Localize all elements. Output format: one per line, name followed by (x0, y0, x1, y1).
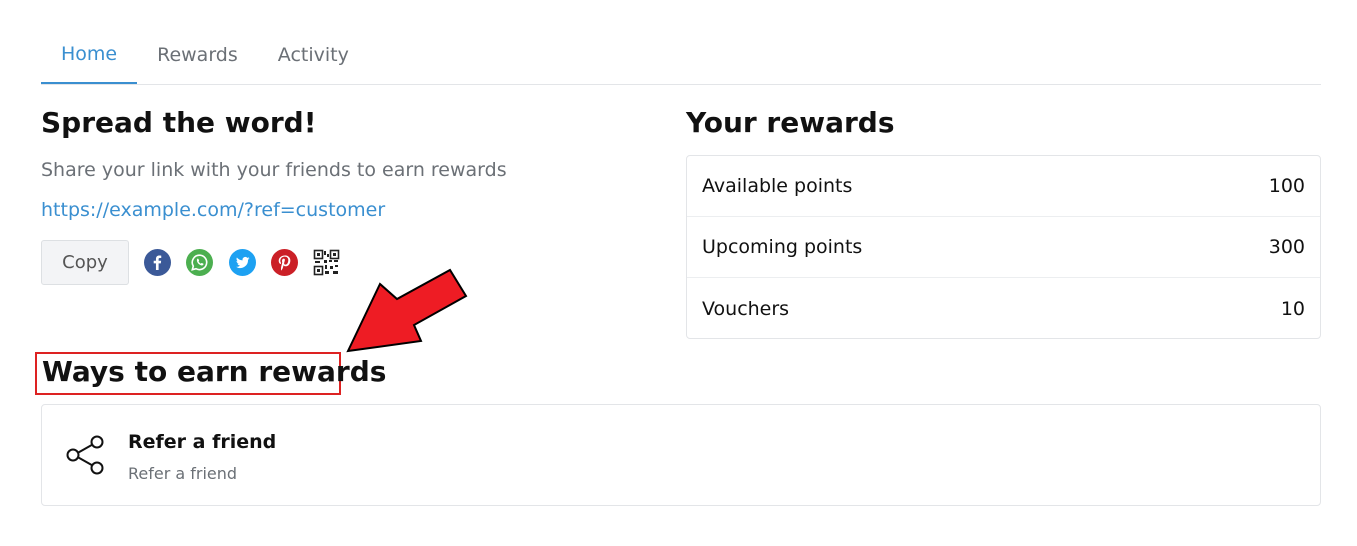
rewards-row-label: Available points (702, 175, 853, 197)
qr-code-icon[interactable] (313, 249, 340, 276)
copy-button[interactable]: Copy (41, 240, 129, 285)
tab-home[interactable]: Home (41, 34, 138, 84)
twitter-icon[interactable] (229, 249, 256, 276)
tab-activity[interactable]: Activity (258, 34, 369, 84)
ways-title: Ways to earn rewards (42, 355, 387, 388)
facebook-icon[interactable] (144, 249, 171, 276)
earn-item-title: Refer a friend (128, 431, 277, 453)
rewards-row-label: Upcoming points (702, 236, 863, 258)
annotation-arrow-icon (346, 268, 468, 353)
tab-bar: Home Rewards Activity (41, 34, 1321, 85)
tab-rewards[interactable]: Rewards (137, 34, 258, 84)
rewards-summary-card: Available points 100 Upcoming points 300… (686, 155, 1321, 339)
share-icon (66, 435, 104, 475)
rewards-row-upcoming-points: Upcoming points 300 (687, 217, 1320, 278)
rewards-row-value: 300 (1268, 236, 1305, 258)
whatsapp-icon[interactable] (186, 249, 213, 276)
rewards-row-vouchers: Vouchers 10 (687, 278, 1320, 339)
earn-item-description: Refer a friend (128, 464, 238, 483)
referral-link[interactable]: https://example.com/?ref=customer (41, 199, 385, 221)
pinterest-icon[interactable] (271, 249, 298, 276)
earn-item-refer-friend[interactable]: Refer a friend Refer a friend (41, 404, 1321, 506)
rewards-row-available-points: Available points 100 (687, 156, 1320, 217)
rewards-row-value: 100 (1268, 175, 1305, 197)
spread-title: Spread the word! (41, 106, 317, 139)
spread-subtitle: Share your link with your friends to ear… (41, 159, 507, 181)
rewards-row-label: Vouchers (702, 297, 790, 320)
your-rewards-title: Your rewards (686, 106, 895, 139)
rewards-row-value: 10 (1280, 297, 1305, 320)
